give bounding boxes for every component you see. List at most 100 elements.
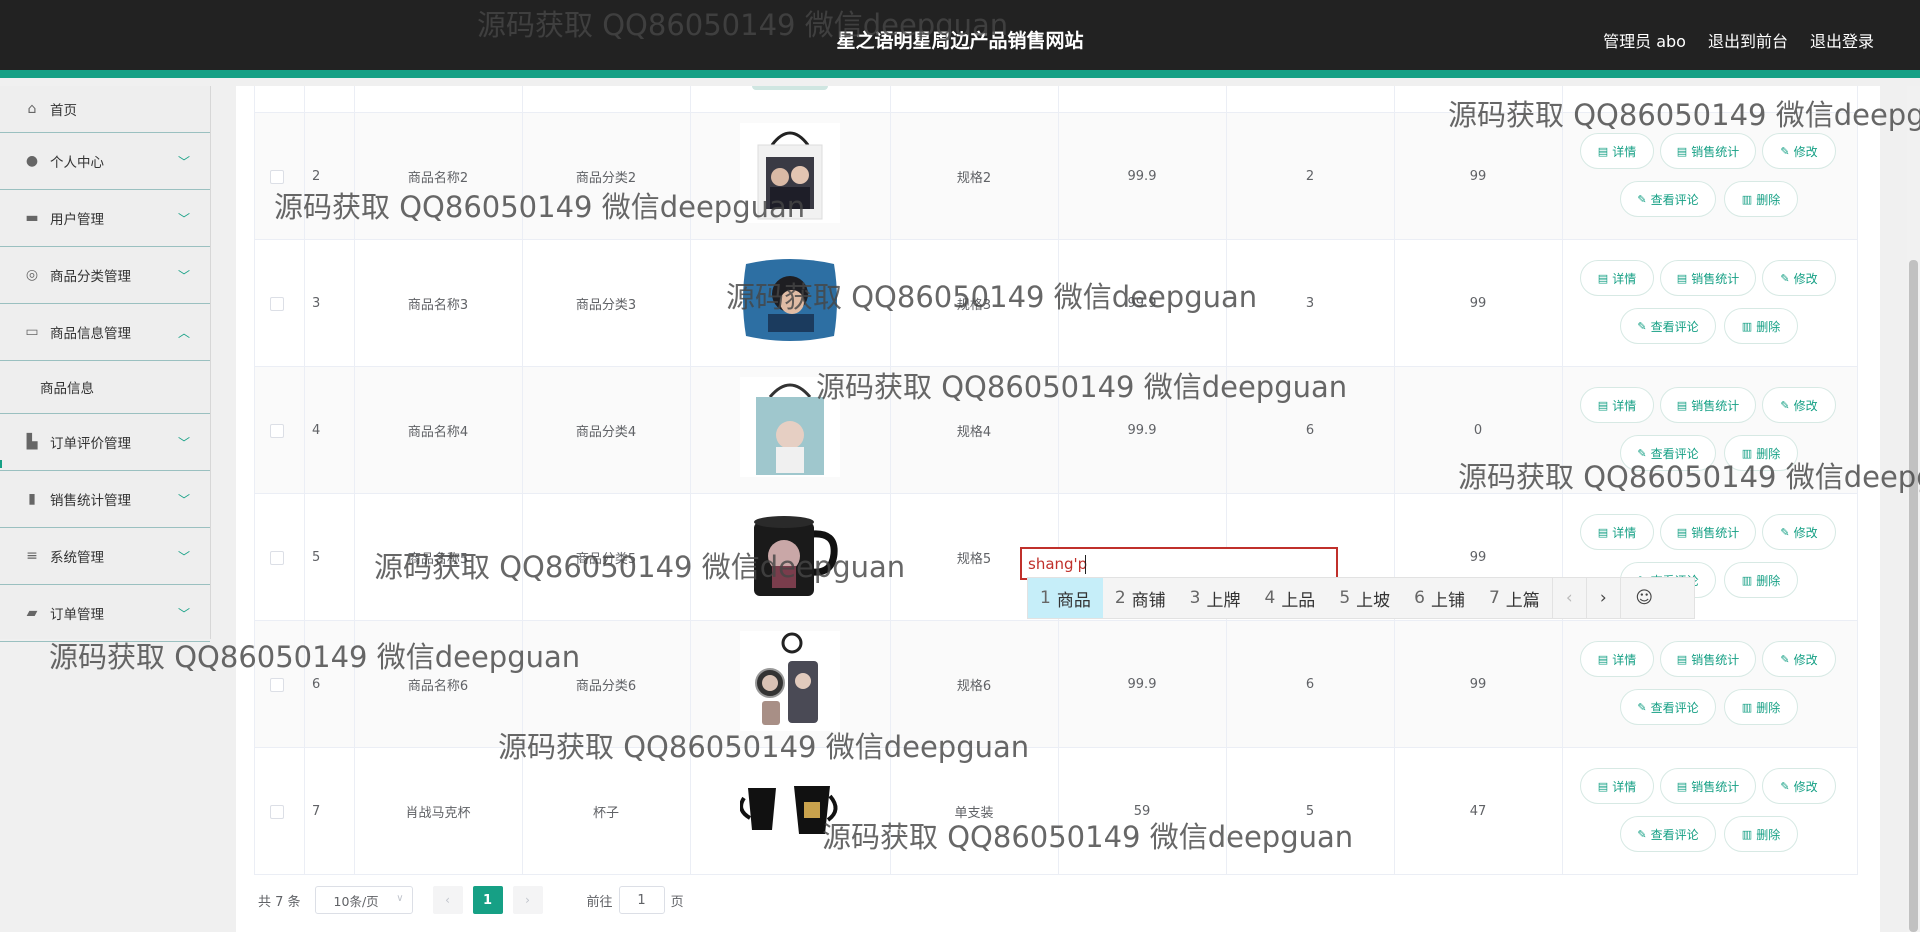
detail-button[interactable]: ▤ 详情 <box>1580 260 1654 296</box>
row-checkbox[interactable] <box>270 297 284 311</box>
column-divider <box>254 86 255 875</box>
sidebar-item-users[interactable]: ▬ 用户管理 ﹀ <box>0 190 210 247</box>
ime-candidate[interactable]: 3 上牌 <box>1178 578 1253 618</box>
edit-button[interactable]: ✎ 修改 <box>1762 768 1836 804</box>
ime-candidate[interactable]: 1 商品 <box>1028 578 1103 618</box>
scrollbar-thumb[interactable] <box>1909 260 1918 932</box>
column-divider <box>1562 86 1563 875</box>
header-nav: 管理员 abo 退出到前台 退出登录 <box>1603 28 1874 52</box>
sidebar-subitem-product-info[interactable]: 商品信息 <box>0 361 210 414</box>
stats-label: 销售统计 <box>1691 779 1740 794</box>
reviews-label: 查看评论 <box>1650 446 1699 461</box>
back-to-front-link[interactable]: 退出到前台 <box>1708 28 1788 52</box>
logout-link[interactable]: 退出登录 <box>1810 28 1874 52</box>
ime-composition-field[interactable]: shang'p <box>1020 547 1338 580</box>
ime-candidate[interactable]: 5 上坡 <box>1327 578 1402 618</box>
ime-candidate-number: 1 <box>1040 588 1051 608</box>
delete-button[interactable]: ▥ 删除 <box>1724 689 1798 725</box>
detail-button[interactable]: ▤ 详情 <box>1580 641 1654 677</box>
detail-button[interactable]: ▤ 详情 <box>1580 387 1654 423</box>
sales-stats-button[interactable]: ▤ 销售统计 <box>1660 260 1756 296</box>
sales-stats-button[interactable]: ▤ 销售统计 <box>1660 133 1756 169</box>
delete-label: 删除 <box>1756 319 1781 334</box>
ime-candidate[interactable]: 4 上品 <box>1252 578 1327 618</box>
prev-page-button[interactable]: ‹ <box>432 886 463 914</box>
ime-candidate-text: 上篇 <box>1505 590 1540 611</box>
view-reviews-button[interactable]: ✎查看评论 <box>1620 308 1716 344</box>
product-name: 商品名称2 <box>407 170 469 186</box>
sidebar-item-order-review[interactable]: ▙ 订单评价管理 ﹀ <box>0 414 210 471</box>
product-col7: 6 <box>1305 422 1315 438</box>
sidebar-item-home[interactable]: ⌂ 首页 <box>0 86 210 133</box>
view-reviews-button[interactable]: ✎查看评论 <box>1620 181 1716 217</box>
column-divider <box>1226 86 1227 875</box>
delete-button[interactable]: ▥ 删除 <box>1724 181 1798 217</box>
sidebar-item-orders[interactable]: ▰ 订单管理 ﹀ <box>0 585 210 642</box>
delete-button[interactable]: ▥ 删除 <box>1724 562 1798 598</box>
ime-candidate-text: 上牌 <box>1206 590 1241 611</box>
delete-button[interactable]: ▥ 删除 <box>1724 308 1798 344</box>
sidebar-item-label: 个人中心 <box>50 155 104 171</box>
row-checkbox[interactable] <box>270 551 284 565</box>
view-reviews-button[interactable]: ✎查看评论 <box>1620 689 1716 725</box>
ime-candidate-number: 3 <box>1189 588 1201 608</box>
delete-button[interactable]: ▥ 删除 <box>1724 435 1798 471</box>
sales-stats-button[interactable]: ▤ 销售统计 <box>1660 768 1756 804</box>
edit-button[interactable]: ✎ 修改 <box>1762 641 1836 677</box>
stats-label: 销售统计 <box>1691 652 1740 667</box>
chevron-left-icon[interactable]: ‹ <box>1551 578 1586 618</box>
product-category: 商品分类4 <box>575 424 637 440</box>
sales-stats-button[interactable]: ▤ 销售统计 <box>1660 387 1756 423</box>
goto-page-input[interactable]: 1 <box>618 886 665 914</box>
emoji-icon[interactable]: ☺ <box>1619 578 1668 618</box>
view-reviews-button[interactable]: ✎查看评论 <box>1620 435 1716 471</box>
product-image-cups <box>740 758 840 858</box>
delete-button[interactable]: ▥ 删除 <box>1724 816 1798 852</box>
ime-candidate-number: 5 <box>1339 588 1351 608</box>
edit-button[interactable]: ✎ 修改 <box>1762 387 1836 423</box>
ime-candidate[interactable]: 2 商铺 <box>1103 578 1178 618</box>
trash-icon: ▥ <box>1741 700 1753 714</box>
sidebar-item-product-info[interactable]: ▭ 商品信息管理 ︿ <box>0 304 210 361</box>
page-size-value: 10条/页 <box>333 893 379 909</box>
goto-suffix: 页 <box>670 894 684 910</box>
home-icon: ⌂ <box>27 101 37 117</box>
sidebar-item-sales-stats[interactable]: ▮ 销售统计管理 ﹀ <box>0 471 210 528</box>
stats-label: 销售统计 <box>1691 271 1740 286</box>
ime-candidate-number: 7 <box>1488 588 1500 608</box>
edit-label: 修改 <box>1793 652 1818 667</box>
sales-stats-button[interactable]: ▤ 销售统计 <box>1660 641 1756 677</box>
row-checkbox[interactable] <box>270 170 284 184</box>
edit-button[interactable]: ✎ 修改 <box>1762 514 1836 550</box>
sidebar-item-category[interactable]: ◎ 商品分类管理 ﹀ <box>0 247 210 304</box>
next-page-button[interactable]: › <box>512 886 543 914</box>
edit-button[interactable]: ✎ 修改 <box>1762 133 1836 169</box>
document-icon: ▤ <box>1676 525 1688 539</box>
product-name: 商品名称5 <box>407 551 469 567</box>
page-number-current[interactable]: 1 <box>472 886 503 914</box>
detail-button[interactable]: ▤ 详情 <box>1580 768 1654 804</box>
row-checkbox[interactable] <box>270 424 284 438</box>
product-spec: 规格4 <box>956 424 992 440</box>
chevron-down-icon: ﹀ <box>177 550 190 564</box>
delete-label: 删除 <box>1756 700 1781 715</box>
detail-button[interactable]: ▤ 详情 <box>1580 133 1654 169</box>
ime-candidate[interactable]: 7 上篇 <box>1477 578 1552 618</box>
view-reviews-button[interactable]: ✎查看评论 <box>1620 816 1716 852</box>
row-checkbox[interactable] <box>270 678 284 692</box>
product-price: 99.9 <box>1127 676 1157 692</box>
sidebar-item-personal[interactable]: ● 个人中心 ﹀ <box>0 133 210 190</box>
product-col7: 2 <box>1305 168 1315 184</box>
admin-user-link[interactable]: 管理员 abo <box>1603 28 1686 52</box>
ime-candidate[interactable]: 6 上铺 <box>1402 578 1477 618</box>
product-col8: 99 <box>1469 676 1487 692</box>
page-size-select[interactable]: 10条/页 ∨ <box>314 886 413 914</box>
sidebar-item-system[interactable]: ≡ 系统管理 ﹀ <box>0 528 210 585</box>
edit-button[interactable]: ✎ 修改 <box>1762 260 1836 296</box>
detail-button[interactable]: ▤ 详情 <box>1580 514 1654 550</box>
ime-candidate-text: 上铺 <box>1430 590 1465 611</box>
sales-stats-button[interactable]: ▤ 销售统计 <box>1660 514 1756 550</box>
trash-icon: ▥ <box>1741 573 1753 587</box>
row-checkbox[interactable] <box>270 805 284 819</box>
chevron-right-icon[interactable]: › <box>1585 578 1620 618</box>
